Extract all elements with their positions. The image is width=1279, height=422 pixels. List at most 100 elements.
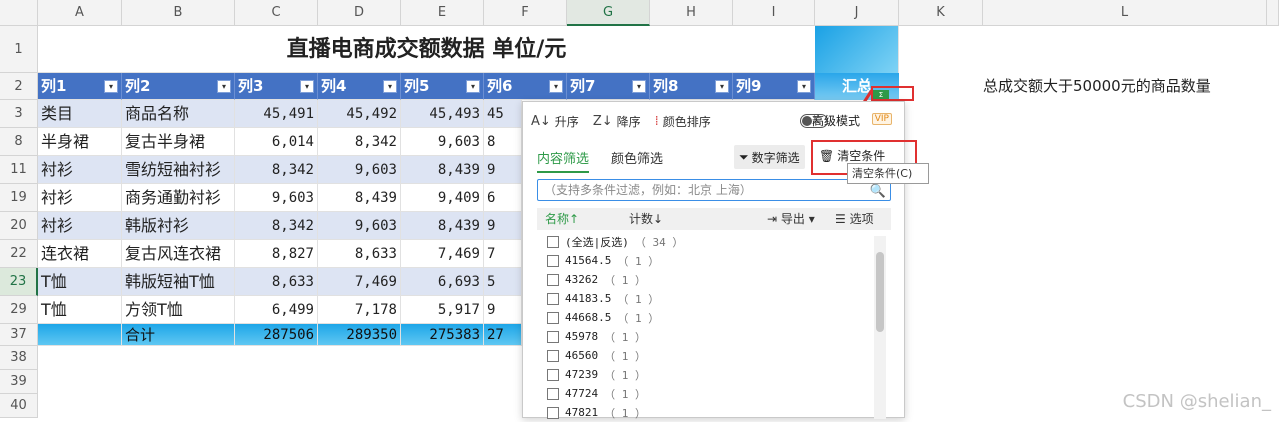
table-cell[interactable]: 方领T恤 <box>122 296 235 324</box>
col-header-l[interactable]: L <box>983 0 1267 26</box>
table-cell[interactable]: 韩版衬衫 <box>122 212 235 240</box>
filter-value-item[interactable]: 46560 （ 1 ） <box>547 346 646 365</box>
filter-value-item[interactable]: 44183.5 （ 1 ） <box>547 289 659 308</box>
table-cell[interactable]: 8,342 <box>318 128 401 156</box>
table-cell[interactable]: 6,014 <box>235 128 318 156</box>
table-cell[interactable]: T恤 <box>38 268 122 296</box>
total-col3[interactable]: 287506 <box>235 324 318 346</box>
options-button[interactable]: ☰ 选项 <box>835 208 874 230</box>
list-scrollbar[interactable] <box>874 236 886 419</box>
checkbox[interactable] <box>547 330 559 343</box>
table-cell[interactable]: 5 <box>484 268 522 296</box>
select-all-corner[interactable] <box>0 0 38 26</box>
table-cell[interactable]: 6,693 <box>401 268 484 296</box>
tab-content-filter[interactable]: 内容筛选 <box>537 148 590 173</box>
filter-dropdown-icon[interactable]: ▾ <box>632 80 646 93</box>
table-cell[interactable]: 9,409 <box>401 184 484 212</box>
header-col5[interactable]: 列5 ▾ <box>401 73 484 100</box>
table-cell[interactable]: 衬衫 <box>38 156 122 184</box>
filter-value-item[interactable]: 43262 （ 1 ） <box>547 270 646 289</box>
filter-dropdown-icon[interactable]: ▾ <box>104 80 118 93</box>
filter-dropdown-icon[interactable]: ▾ <box>797 80 811 93</box>
row-header-38[interactable]: 38 <box>0 346 38 370</box>
col-header-a[interactable]: A <box>38 0 122 26</box>
header-col7[interactable]: 列7 ▾ <box>567 73 650 100</box>
col-header-g[interactable]: G <box>567 0 650 26</box>
row-header-3[interactable]: 3 <box>0 100 38 128</box>
row-header-39[interactable]: 39 <box>0 370 38 394</box>
table-cell[interactable]: 衬衫 <box>38 184 122 212</box>
table-cell[interactable]: 5,917 <box>401 296 484 324</box>
table-cell[interactable]: 复古风连衣裙 <box>122 240 235 268</box>
total-cell-a[interactable] <box>38 324 122 346</box>
checkbox[interactable] <box>547 387 559 400</box>
filter-value-item[interactable]: 47821 （ 1 ） <box>547 403 646 422</box>
sort-by-name-button[interactable]: 名称↑ <box>545 208 579 230</box>
checkbox[interactable] <box>547 368 559 381</box>
checkbox[interactable] <box>547 311 559 324</box>
tab-color-filter[interactable]: 颜色筛选 <box>611 148 663 173</box>
row-header-8[interactable]: 8 <box>0 128 38 156</box>
filter-value-item[interactable]: 45978 （ 1 ） <box>547 327 646 346</box>
table-cell[interactable]: 连衣裙 <box>38 240 122 268</box>
table-cell[interactable]: T恤 <box>38 296 122 324</box>
checkbox[interactable] <box>547 406 559 419</box>
table-cell[interactable]: 7,469 <box>318 268 401 296</box>
table-cell[interactable]: 9,603 <box>401 128 484 156</box>
table-cell[interactable]: 8,342 <box>235 156 318 184</box>
checkbox[interactable] <box>547 349 559 362</box>
row-header-11[interactable]: 11 <box>0 156 38 184</box>
table-cell[interactable]: 8,633 <box>318 240 401 268</box>
row-header-2[interactable]: 2 <box>0 73 38 100</box>
filter-dropdown-icon[interactable]: ▾ <box>466 80 480 93</box>
row-header-22[interactable]: 22 <box>0 240 38 268</box>
table-cell[interactable]: 8,827 <box>235 240 318 268</box>
filter-dropdown-icon[interactable]: ▾ <box>549 80 563 93</box>
total-col6[interactable]: 27 <box>484 324 522 346</box>
table-cell[interactable]: 9,603 <box>318 156 401 184</box>
table-cell[interactable]: 9,603 <box>318 212 401 240</box>
col-header-d[interactable]: D <box>318 0 401 26</box>
table-cell[interactable]: 9 <box>484 156 522 184</box>
total-col5[interactable]: 275383 <box>401 324 484 346</box>
row-header-19[interactable]: 19 <box>0 184 38 212</box>
table-cell[interactable]: 45,491 <box>235 100 318 128</box>
table-cell[interactable]: 韩版短袖T恤 <box>122 268 235 296</box>
row-header-23[interactable]: 23 <box>0 268 38 296</box>
row-header-40[interactable]: 40 <box>0 394 38 418</box>
table-cell[interactable]: 9 <box>484 212 522 240</box>
table-cell[interactable]: 8,439 <box>401 156 484 184</box>
table-cell[interactable]: 商品名称 <box>122 100 235 128</box>
table-cell[interactable]: 类目 <box>38 100 122 128</box>
filter-dropdown-icon[interactable]: ▾ <box>217 80 231 93</box>
header-col4[interactable]: 列4 ▾ <box>318 73 401 100</box>
filter-value-item[interactable]: 47239 （ 1 ） <box>547 365 646 384</box>
table-cell[interactable]: 6 <box>484 184 522 212</box>
table-cell[interactable]: 8,342 <box>235 212 318 240</box>
table-cell[interactable]: 半身裙 <box>38 128 122 156</box>
checkbox[interactable] <box>547 292 559 305</box>
row-header-1[interactable]: 1 <box>0 26 38 73</box>
header-col1[interactable]: 列1 ▾ <box>38 73 122 100</box>
filter-value-item[interactable]: 41564.5 （ 1 ） <box>547 251 659 270</box>
checkbox[interactable] <box>547 254 559 267</box>
table-cell[interactable]: 9 <box>484 296 522 324</box>
col-header-h[interactable]: H <box>650 0 733 26</box>
scrollbar-thumb[interactable] <box>876 252 884 332</box>
filter-dropdown-icon[interactable]: ▾ <box>715 80 729 93</box>
col-header-b[interactable]: B <box>122 0 235 26</box>
row-header-37[interactable]: 37 <box>0 324 38 346</box>
cell-j1[interactable] <box>815 26 899 73</box>
col-header-j[interactable]: J <box>815 0 899 26</box>
table-cell[interactable]: 6,499 <box>235 296 318 324</box>
table-cell[interactable]: 7,469 <box>401 240 484 268</box>
export-button[interactable]: ⇥ 导出 ▾ <box>767 208 815 230</box>
row-header-29[interactable]: 29 <box>0 296 38 324</box>
table-cell[interactable]: 衬衫 <box>38 212 122 240</box>
table-cell[interactable]: 8,439 <box>318 184 401 212</box>
sort-color-button[interactable]: ⁞ 颜色排序 <box>655 113 711 130</box>
col-header-i[interactable]: I <box>733 0 815 26</box>
header-col2[interactable]: 列2 ▾ <box>122 73 235 100</box>
advanced-mode-label[interactable]: 高级模式 <box>812 112 860 129</box>
total-col4[interactable]: 289350 <box>318 324 401 346</box>
